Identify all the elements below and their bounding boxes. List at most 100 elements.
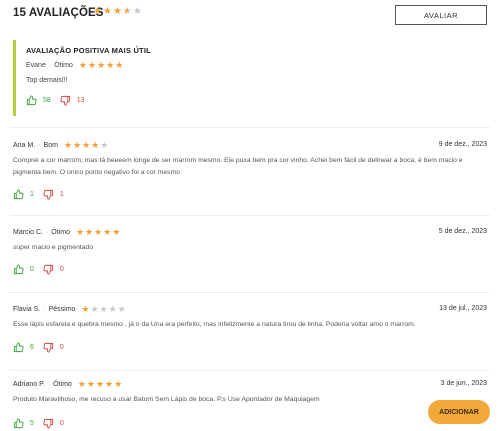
- review-grade: Ótimo: [54, 62, 73, 69]
- review-item: Adriano P. · Ótimo ★ ★ ★ ★ ★ 3 de jun., 2023 P…: [13, 380, 487, 430]
- star-icon: ★: [73, 140, 82, 150]
- review-votes: 58 13: [26, 95, 94, 106]
- review-item: Marcio C. · Ótimo ★ ★ ★ ★ ★ 5 de dez., 2023 su…: [13, 228, 487, 288]
- review-date: 9 de dez., 2023: [438, 141, 487, 148]
- review-votes: 0 0: [13, 264, 73, 275]
- reviewer-name: Marcio C.: [13, 229, 43, 236]
- review-stars: ★ ★ ★ ★ ★: [76, 228, 120, 237]
- review-grade: Ótimo: [51, 229, 70, 236]
- thumbs-up-icon: [26, 95, 37, 106]
- review-meta: Adriano P. · Ótimo ★ ★ ★ ★ ★: [13, 379, 123, 389]
- review-date: 5 de dez., 2023: [438, 228, 487, 235]
- thumbs-down-button[interactable]: 0: [43, 342, 64, 353]
- reviewer-name: Adriano P.: [13, 381, 45, 388]
- star-icon: ★: [105, 379, 114, 389]
- thumbs-up-icon: [13, 342, 24, 353]
- star-icon: ★: [82, 140, 91, 150]
- review-item: Flavia S. · Péssimo ★ ★ ★ ★ ★ 13 de jul., 2023…: [13, 305, 487, 365]
- divider: [10, 292, 490, 293]
- review-stars: ★ ★ ★ ★ ★: [79, 61, 123, 70]
- thumbs-down-button[interactable]: 1: [43, 189, 64, 200]
- review-stars: ★ ★ ★ ★ ★: [64, 141, 108, 150]
- thumbs-up-button[interactable]: 5: [13, 418, 34, 429]
- thumbs-up-icon: [13, 264, 24, 275]
- thumbs-up-button[interactable]: 1: [13, 189, 34, 200]
- star-icon: ★: [112, 6, 122, 17]
- review-grade: Péssimo: [48, 306, 76, 313]
- reviewer-name: Ana M.: [13, 142, 36, 149]
- thumbs-up-icon: [13, 189, 24, 200]
- star-icon: ★: [94, 227, 103, 237]
- thumbs-down-button[interactable]: 0: [43, 418, 64, 429]
- write-review-button[interactable]: AVALIAR: [395, 5, 487, 25]
- downvote-count: 0: [59, 266, 64, 273]
- star-icon: ★: [106, 60, 115, 70]
- star-icon: ★: [81, 304, 90, 314]
- review-votes: 5 0: [13, 418, 73, 429]
- star-icon: ★: [114, 379, 123, 389]
- add-to-cart-button[interactable]: ADICIONAR: [428, 400, 490, 424]
- reviews-header: 15 AVALIAÇÕES ★ ★ ★ ★ ★ AVALIAR: [13, 0, 487, 30]
- star-icon: ★: [85, 227, 94, 237]
- upvote-count: 1: [30, 191, 34, 198]
- thumbs-down-icon: [60, 95, 70, 106]
- star-icon: ★: [99, 304, 108, 314]
- thumbs-down-icon: [43, 342, 53, 353]
- upvote-count: 0: [30, 266, 34, 273]
- average-rating-stars: ★ ★ ★ ★ ★: [93, 6, 142, 17]
- review-date: 13 de jul., 2023: [439, 305, 487, 312]
- star-icon: ★: [77, 379, 86, 389]
- downvote-count: 0: [59, 344, 64, 351]
- star-icon: ★: [91, 140, 100, 150]
- star-icon: ★: [103, 227, 112, 237]
- star-icon: ★: [115, 60, 124, 70]
- divider: [10, 215, 490, 216]
- star-icon: ★: [75, 227, 85, 237]
- review-meta: Flavia S. · Péssimo ★ ★ ★ ★ ★: [13, 304, 126, 314]
- review-stars: ★ ★ ★ ★ ★: [78, 380, 122, 389]
- thumbs-down-button[interactable]: 13: [60, 95, 85, 106]
- review-stars: ★ ★ ★ ★ ★: [81, 305, 125, 314]
- review-meta: Ana M. · Bom ★ ★ ★ ★ ★: [13, 140, 109, 150]
- divider: [10, 370, 490, 371]
- downvote-count: 13: [76, 97, 85, 104]
- star-icon: ★: [112, 227, 121, 237]
- review-grade: Ótimo: [53, 381, 72, 388]
- star-icon: ★: [100, 140, 109, 150]
- most-useful-meta: Evane · Ótimo ★ ★ ★ ★ ★: [26, 60, 124, 70]
- thumbs-down-icon: [43, 418, 53, 429]
- upvote-count: 5: [30, 420, 34, 427]
- most-useful-title: AVALIAÇÃO POSITIVA MAIS ÚTIL: [26, 46, 151, 55]
- star-icon: ★: [108, 304, 117, 314]
- review-text: Produto Maravilhoso, me recuso a usar Ba…: [13, 396, 320, 403]
- thumbs-up-button[interactable]: 6: [13, 342, 34, 353]
- star-icon: ★: [90, 304, 99, 314]
- thumbs-down-icon: [43, 189, 53, 200]
- review-text: Top demais!!!: [26, 77, 68, 84]
- star-icon: ★: [63, 140, 73, 150]
- thumbs-up-icon: [13, 418, 24, 429]
- thumbs-up-button[interactable]: 58: [26, 95, 51, 106]
- upvote-count: 6: [30, 344, 34, 351]
- thumbs-down-button[interactable]: 0: [43, 264, 64, 275]
- reviewer-name: Flavia S.: [13, 306, 41, 313]
- thumbs-down-icon: [43, 264, 53, 275]
- review-votes: 6 0: [13, 342, 73, 353]
- review-item: Ana M. · Bom ★ ★ ★ ★ ★ 9 de dez., 2023 Comprei…: [13, 141, 487, 211]
- star-icon: ★: [132, 6, 142, 17]
- star-icon: ★: [87, 60, 97, 70]
- star-icon: ★: [97, 60, 106, 70]
- thumbs-up-button[interactable]: 0: [13, 264, 34, 275]
- star-icon: ★: [117, 304, 126, 314]
- review-votes: 1 1: [13, 189, 73, 200]
- review-date: 3 de jun., 2023: [440, 380, 487, 387]
- reviews-count-title: 15 AVALIAÇÕES: [13, 7, 104, 19]
- divider: [10, 127, 490, 128]
- review-grade: Bom: [43, 142, 58, 149]
- review-text: super macio e pigmentado: [13, 244, 94, 251]
- most-useful-review: AVALIAÇÃO POSITIVA MAIS ÚTIL Evane · Ótimo…: [13, 40, 486, 116]
- reviewer-name: Evane: [26, 62, 46, 69]
- downvote-count: 0: [59, 420, 64, 427]
- star-icon: ★: [95, 379, 105, 389]
- review-text: Comprei a cor marrom, mas tá beeeem long…: [13, 157, 463, 176]
